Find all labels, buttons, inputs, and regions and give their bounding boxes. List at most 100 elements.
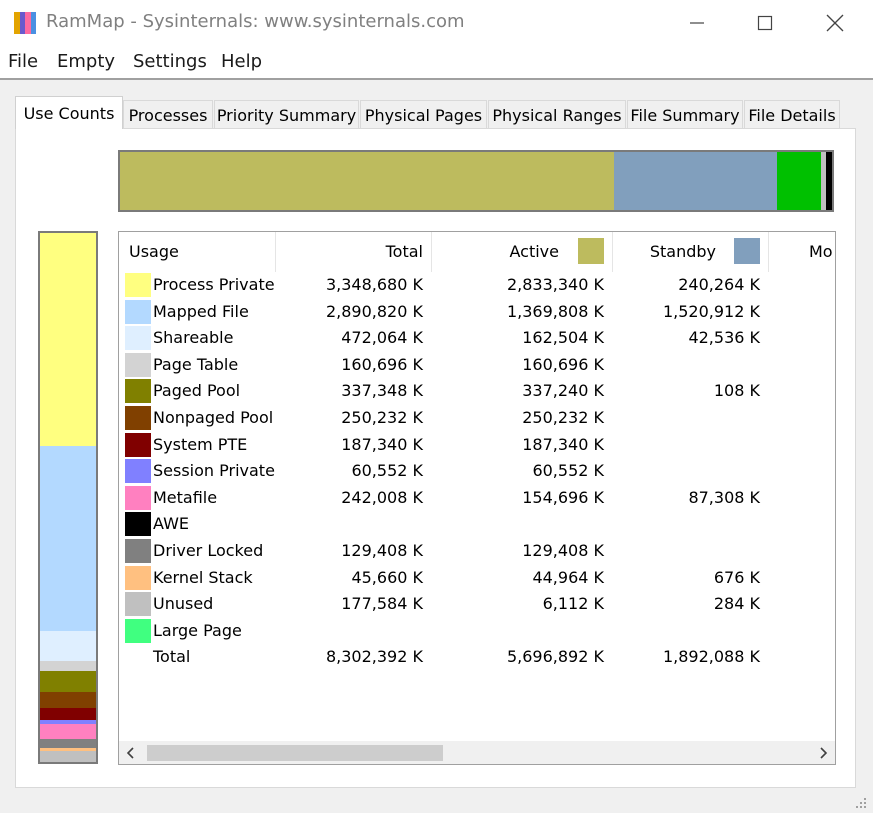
menu-settings[interactable]: Settings (133, 51, 207, 72)
usage-color-swatch (125, 512, 151, 537)
close-button[interactable] (810, 0, 860, 46)
chevron-left-icon (126, 746, 134, 759)
usage-bar-segment-paged-pool (40, 670, 96, 693)
menu-empty[interactable]: Empty (57, 51, 115, 72)
table-row[interactable]: Driver Locked 129,408 K 129,408 K (119, 538, 835, 565)
cell-total: 60,552 K (351, 461, 423, 481)
usage-color-swatch (125, 459, 151, 484)
cell-active: 5,696,892 K (506, 647, 604, 667)
tab-physical-pages[interactable]: Physical Pages (360, 100, 487, 130)
column-header-active[interactable]: Active (432, 232, 613, 272)
table-row[interactable]: Mapped File 2,890,820 K 1,369,808 K 1,520,9… (119, 299, 835, 326)
table-row[interactable]: Unused 177,584 K 6,112 K 284 K (119, 591, 835, 618)
table-row[interactable]: Shareable 472,064 K 162,504 K 42,536 K (119, 325, 835, 352)
column-header-modified[interactable]: Mo (769, 232, 835, 272)
tab-file-summary[interactable]: File Summary (627, 100, 743, 130)
cell-standby: 1,892,088 K (662, 647, 760, 667)
usage-bar-segment-page-table (40, 660, 96, 671)
cell-name: Large Page (153, 620, 242, 640)
scroll-right-button[interactable] (811, 741, 835, 764)
table-row[interactable]: AWE (119, 511, 835, 538)
cell-total: 160,696 K (341, 354, 423, 374)
menu-help[interactable]: Help (221, 51, 262, 72)
table-row[interactable]: Large Page (119, 618, 835, 645)
memory-usage-bar (38, 231, 98, 764)
cell-name: Session Private (153, 461, 275, 481)
table-row[interactable]: Total 8,302,392 K 5,696,892 K 1,892,088 K (119, 644, 835, 671)
table-row[interactable]: Page Table 160,696 K 160,696 K (119, 352, 835, 379)
state-bar-segment-standby (613, 152, 778, 210)
app-icon-stripe (30, 12, 36, 34)
usage-bar-segment-unused (40, 750, 96, 762)
cell-total: 472,064 K (341, 328, 423, 348)
table-row[interactable]: Process Private 3,348,680 K 2,833,340 K 240… (119, 272, 835, 299)
cell-active: 129,408 K (522, 540, 604, 560)
usage-color-swatch (125, 379, 151, 404)
cell-active: 337,240 K (522, 381, 604, 401)
usage-color-swatch (125, 538, 151, 563)
table-row[interactable]: Session Private 60,552 K 60,552 K (119, 458, 835, 485)
usage-color-swatch (125, 592, 151, 617)
cell-active: 6,112 K (542, 594, 604, 614)
cell-active: 2,833,340 K (506, 275, 604, 294)
horizontal-scrollbar[interactable] (119, 741, 835, 764)
active-color-swatch (578, 238, 604, 264)
cell-name: Kernel Stack (153, 567, 253, 587)
usage-bar-segment-shareable (40, 630, 96, 661)
cell-active: 162,504 K (522, 328, 604, 348)
table-row[interactable]: Paged Pool 337,348 K 337,240 K 108 K (119, 378, 835, 405)
column-header-total[interactable]: Total (276, 232, 432, 272)
cell-name: Total (153, 647, 191, 667)
minimize-icon (690, 22, 704, 24)
total-header-label: Total (385, 242, 423, 261)
maximize-button[interactable] (740, 0, 790, 46)
tab-priority-summary[interactable]: Priority Summary (214, 100, 359, 130)
usage-bar-segment-nonpaged-pool (40, 692, 96, 709)
cell-total: 45,660 K (351, 567, 423, 587)
cell-name: Unused (153, 594, 214, 614)
cell-active: 60,552 K (532, 461, 604, 481)
usage-bar-segment-system-pte (40, 708, 96, 721)
cell-name: Mapped File (153, 301, 249, 321)
cell-name: Nonpaged Pool (153, 407, 274, 427)
menu-file[interactable]: File (8, 51, 38, 72)
cell-standby: 240,264 K (678, 275, 760, 294)
column-header-standby[interactable]: Standby (613, 232, 769, 272)
cell-total: 2,890,820 K (325, 301, 423, 321)
column-header-usage[interactable]: Usage (119, 232, 276, 272)
cell-total: 3,348,680 K (325, 275, 423, 294)
table-row[interactable]: Metafile 242,008 K 154,696 K 87,308 K (119, 485, 835, 512)
standby-color-swatch (734, 238, 760, 264)
tab-physical-ranges[interactable]: Physical Ranges (488, 100, 626, 130)
tab-use-counts[interactable]: Use Counts (15, 96, 123, 129)
table-row[interactable]: Nonpaged Pool 250,232 K 250,232 K (119, 405, 835, 432)
active-header-label: Active (509, 242, 560, 261)
modified-header-label: Mo (809, 242, 833, 261)
cell-active: 1,369,808 K (506, 301, 604, 321)
cell-active: 160,696 K (522, 354, 604, 374)
cell-name: Metafile (153, 487, 218, 507)
usage-bar-segment-mapped-file (40, 446, 96, 631)
cell-active: 187,340 K (522, 434, 604, 454)
tab-processes[interactable]: Processes (123, 100, 213, 130)
maximize-icon (757, 15, 773, 31)
cell-standby: 284 K (713, 594, 760, 614)
table-row[interactable]: System PTE 187,340 K 187,340 K (119, 432, 835, 459)
table-row[interactable]: Kernel Stack 45,660 K 44,964 K 676 K (119, 565, 835, 592)
tab-file-details[interactable]: File Details (744, 100, 840, 130)
minimize-button[interactable] (672, 0, 722, 46)
cell-standby: 108 K (713, 381, 760, 401)
chevron-right-icon (820, 746, 828, 759)
cell-total: 250,232 K (341, 407, 423, 427)
scroll-left-button[interactable] (119, 741, 143, 764)
table-body: Process Private 3,348,680 K 2,833,340 K 240… (119, 272, 835, 671)
usage-color-swatch (125, 565, 151, 590)
use-counts-table[interactable]: Usage Total Active Standby Mo Process Pr… (118, 231, 836, 765)
scrollbar-thumb[interactable] (147, 745, 443, 761)
usage-color-swatch (125, 299, 151, 324)
resize-grip-icon[interactable] (853, 795, 867, 809)
title-bar: RamMap - Sysinternals: www.sysinternals.… (0, 0, 873, 46)
cell-name: Driver Locked (153, 540, 264, 560)
cell-active: 154,696 K (522, 487, 604, 507)
cell-name: Shareable (153, 328, 234, 348)
